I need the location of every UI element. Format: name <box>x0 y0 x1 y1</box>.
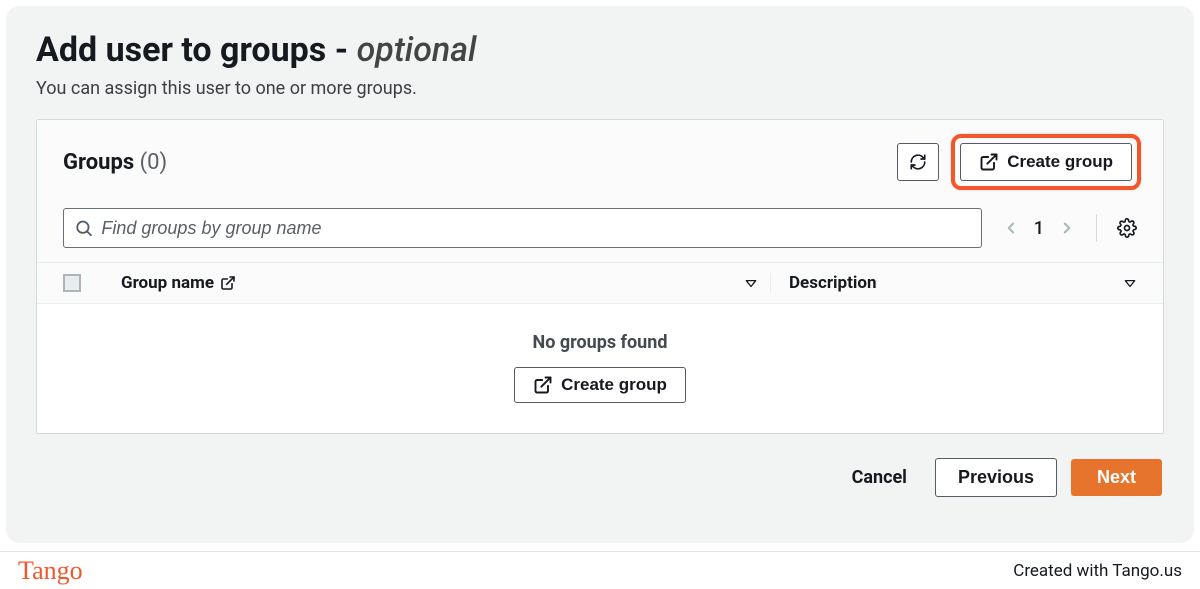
divider <box>1096 214 1097 242</box>
create-group-button[interactable]: Create group <box>960 143 1132 181</box>
select-all-cell <box>63 274 121 292</box>
column-description-label: Description <box>789 273 876 293</box>
sort-group-name[interactable] <box>744 276 758 290</box>
empty-message: No groups found <box>37 332 1163 353</box>
header-actions: Create group <box>897 134 1141 190</box>
page-title-sep: - <box>326 30 356 70</box>
tango-credit: Created with Tango.us <box>1013 561 1182 581</box>
branding-bar: Tango Created with Tango.us <box>0 551 1200 589</box>
panel-title-text: Groups <box>63 150 134 175</box>
external-link-icon <box>979 152 999 172</box>
page-title-optional: optional <box>357 30 477 70</box>
page-next-button[interactable] <box>1054 215 1080 241</box>
table-header: Group name Description <box>37 262 1163 304</box>
page-subtitle: You can assign this user to one or more … <box>36 78 1164 99</box>
sort-description[interactable] <box>1123 276 1137 290</box>
create-group-label: Create group <box>1007 152 1113 172</box>
refresh-icon <box>909 152 927 172</box>
empty-create-group-label: Create group <box>561 375 667 395</box>
external-link-icon <box>220 275 236 291</box>
select-all-checkbox[interactable] <box>63 274 81 292</box>
pagination: 1 <box>998 215 1080 241</box>
column-description[interactable]: Description <box>771 273 1137 293</box>
search-input[interactable] <box>101 218 970 239</box>
search-icon <box>74 218 93 238</box>
search-row: 1 <box>37 200 1163 262</box>
page-number: 1 <box>1034 218 1044 239</box>
column-group-name-label: Group name <box>121 273 214 293</box>
tango-logo: Tango <box>18 556 83 586</box>
page-title-main: Add user to groups <box>36 30 326 70</box>
panel-title: Groups (0) <box>63 150 167 175</box>
groups-count: (0) <box>140 150 168 175</box>
sort-icon <box>744 276 758 290</box>
page-container: Add user to groups - optional You can as… <box>6 6 1194 543</box>
search-box[interactable] <box>63 208 982 248</box>
sort-icon <box>1123 276 1137 290</box>
next-button[interactable]: Next <box>1071 459 1162 496</box>
panel-header: Groups (0) Create group <box>37 120 1163 200</box>
cancel-button[interactable]: Cancel <box>838 459 921 496</box>
wizard-nav: Cancel Previous Next <box>36 434 1164 497</box>
previous-button[interactable]: Previous <box>935 458 1057 497</box>
external-link-icon <box>533 375 553 395</box>
chevron-right-icon <box>1058 219 1076 237</box>
column-group-name-label-wrap: Group name <box>121 273 236 293</box>
column-group-name[interactable]: Group name <box>121 273 771 293</box>
gear-icon <box>1117 218 1137 238</box>
groups-panel: Groups (0) Create group <box>36 119 1164 434</box>
create-group-highlight: Create group <box>951 134 1141 190</box>
settings-button[interactable] <box>1113 214 1141 242</box>
page-title: Add user to groups - optional <box>36 30 1164 70</box>
empty-create-group-button[interactable]: Create group <box>514 367 686 403</box>
page-prev-button[interactable] <box>998 215 1024 241</box>
empty-state: No groups found Create group <box>37 304 1163 433</box>
refresh-button[interactable] <box>897 143 939 181</box>
chevron-left-icon <box>1002 219 1020 237</box>
